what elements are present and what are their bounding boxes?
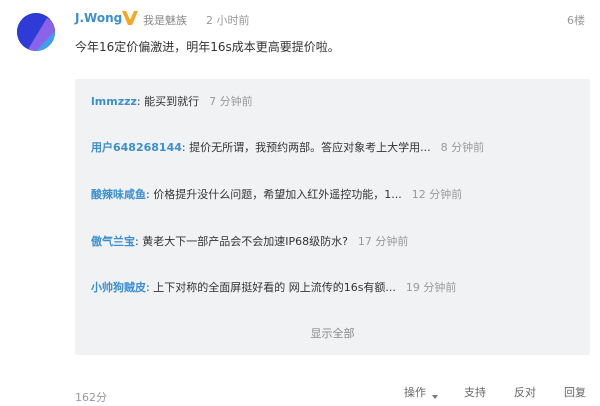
chevron-down-icon [432, 395, 438, 399]
reply-text: : 价格提升没什么问题，希望加入红外遥控功能，1... [146, 188, 402, 201]
reply-time: 19 分钟前 [405, 281, 457, 294]
reply-time: 12 分钟前 [411, 188, 463, 201]
reply-item: 酸辣味咸鱼: 价格提升没什么问题，希望加入红外遥控功能，1... 12 分钟前 [91, 186, 462, 202]
reply-username[interactable]: lmmzzz [91, 95, 137, 108]
reply-username[interactable]: 小帅狗贼皮 [91, 281, 146, 294]
reply-time: 17 分钟前 [357, 235, 409, 248]
comment-username[interactable]: J.Wong [75, 11, 122, 25]
oppose-button[interactable]: 反对 [514, 384, 536, 400]
reply-username[interactable]: 用户648268144 [91, 141, 182, 154]
reply-list: lmmzzz: 能买到就行 7 分钟前 用户648268144: 提价无所谓，我预… [75, 79, 590, 355]
user-role: 我是魅族 [143, 14, 187, 27]
reply-text: : 黄老大下一部产品会不会加速IP68级防水? [135, 235, 348, 248]
reply-text: : 能买到就行 [136, 95, 200, 108]
reply-username[interactable]: 傲气兰宝 [91, 235, 135, 248]
comment-time: 2 小时前 [206, 14, 250, 27]
support-button[interactable]: 支持 [464, 384, 486, 400]
score: 162分 [75, 391, 107, 404]
reply-item: lmmzzz: 能买到就行 7 分钟前 [91, 93, 253, 109]
avatar[interactable] [17, 13, 55, 51]
reply-item: 傲气兰宝: 黄老大下一部产品会不会加速IP68级防水? 17 分钟前 [91, 233, 408, 249]
reply-time: 7 分钟前 [209, 95, 253, 108]
floor-number: 6楼 [567, 14, 585, 27]
reply-username[interactable]: 酸辣味咸鱼 [91, 188, 146, 201]
comment-text: 今年16定价偏激进，明年16s成本更高要提价啦。 [75, 40, 340, 54]
reply-time: 8 分钟前 [440, 141, 485, 154]
reply-item: 用户648268144: 提价无所谓，我预约两部。答应对象考上大学用... 8 分… [91, 139, 484, 155]
reply-button[interactable]: 回复 [564, 384, 586, 400]
show-all-link[interactable]: 显示全部 [75, 325, 590, 341]
verified-v-icon [121, 10, 139, 26]
operate-button[interactable]: 操作 [404, 384, 426, 400]
reply-text: : 提价无所谓，我预约两部。答应对象考上大学用... [181, 141, 431, 154]
reply-item: 小帅狗贼皮: 上下对称的全面屏挺好看的 网上流传的16s有额... 19 分钟前 [91, 279, 456, 295]
reply-text: : 上下对称的全面屏挺好看的 网上流传的16s有额... [146, 281, 396, 294]
